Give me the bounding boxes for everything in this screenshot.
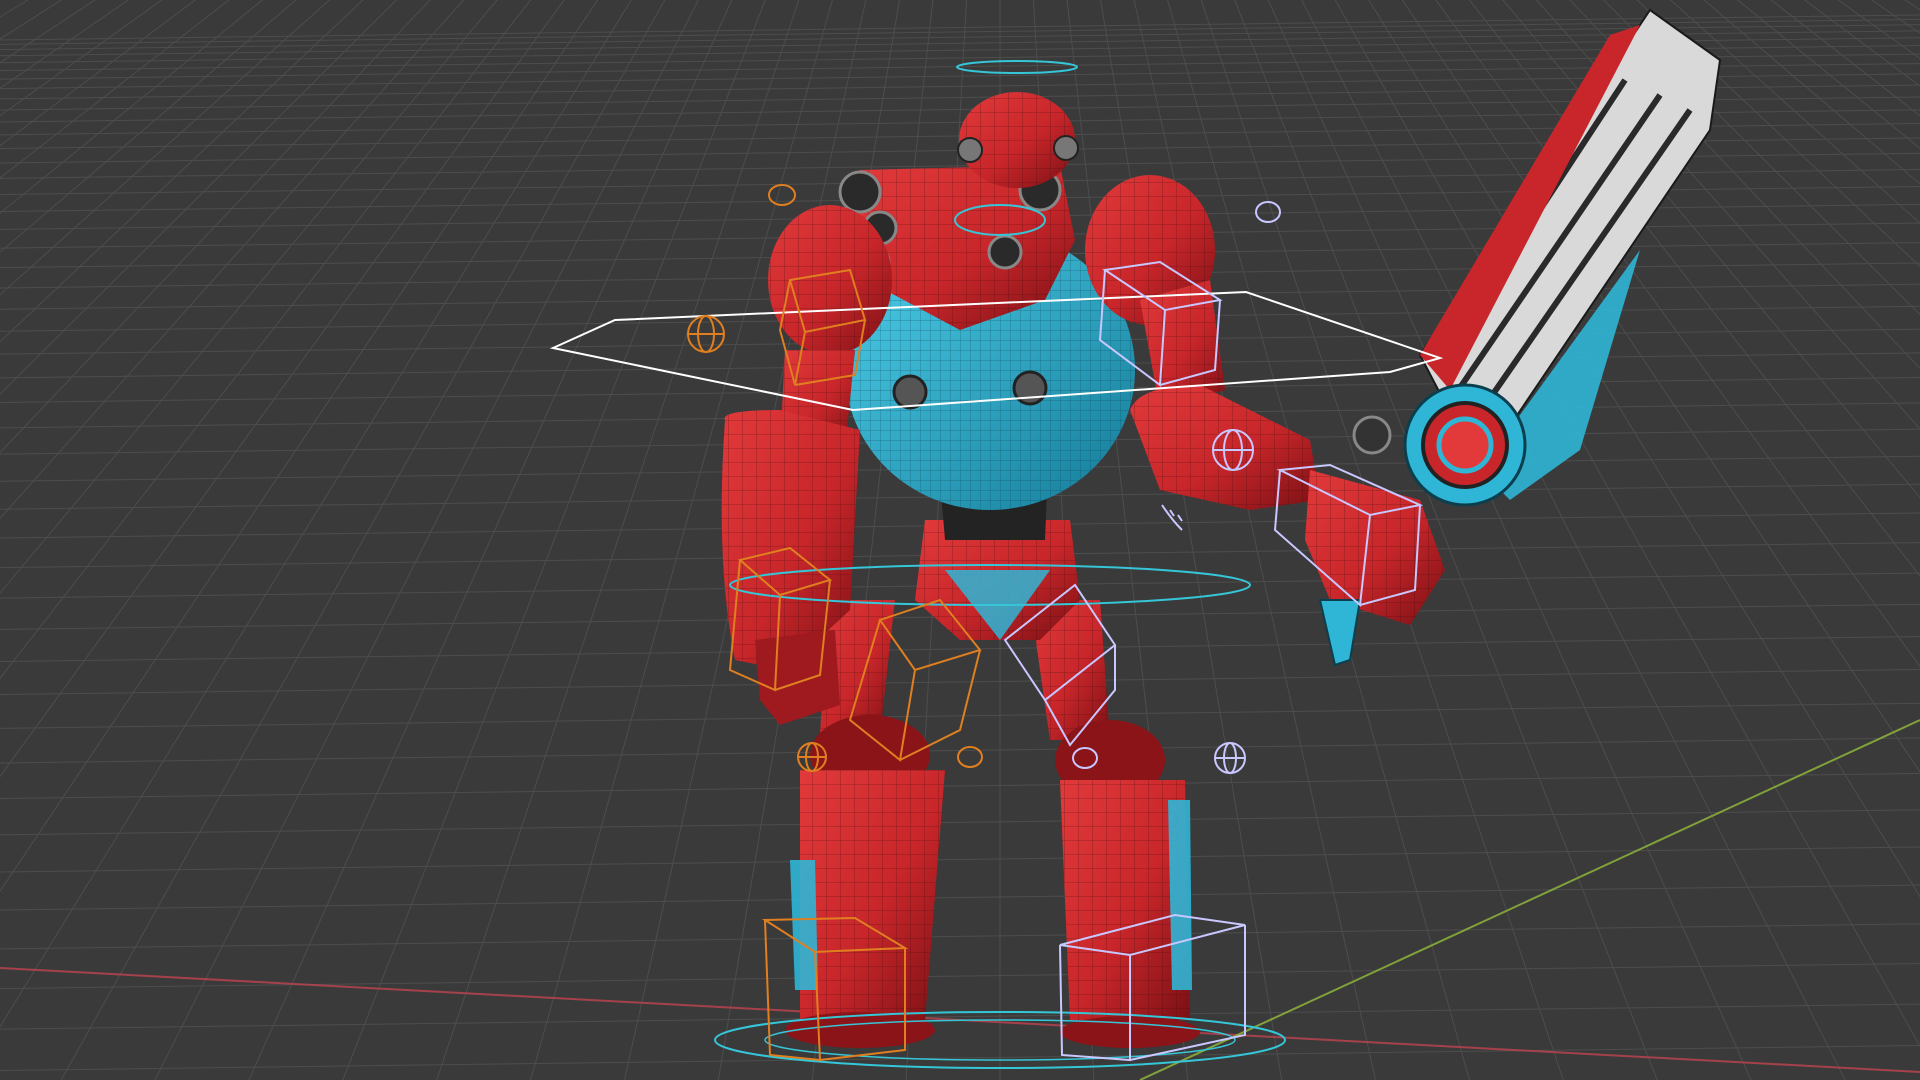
grid-line	[0, 1045, 1920, 1071]
head-ring-control[interactable]	[956, 60, 1078, 74]
circle-control-icon[interactable]	[1255, 201, 1281, 223]
grid-line	[0, 846, 1920, 873]
viewport-canvas[interactable]	[0, 0, 1920, 1080]
grid-line	[0, 702, 1920, 729]
circle-control-icon[interactable]	[768, 184, 796, 206]
finger-control-icon[interactable]	[1161, 504, 1183, 531]
wire-sphere-icon[interactable]	[687, 315, 725, 353]
grid-line	[0, 963, 1920, 990]
grid-line	[0, 636, 1920, 663]
grid-line	[0, 923, 1920, 950]
sword-handle	[1318, 599, 1362, 667]
wire-sphere-icon[interactable]	[1214, 742, 1246, 774]
grid-line	[0, 884, 1920, 911]
3d-viewport[interactable]	[0, 0, 1920, 1080]
y-axis-line	[1139, 719, 1920, 1080]
grid-line	[0, 772, 1920, 799]
